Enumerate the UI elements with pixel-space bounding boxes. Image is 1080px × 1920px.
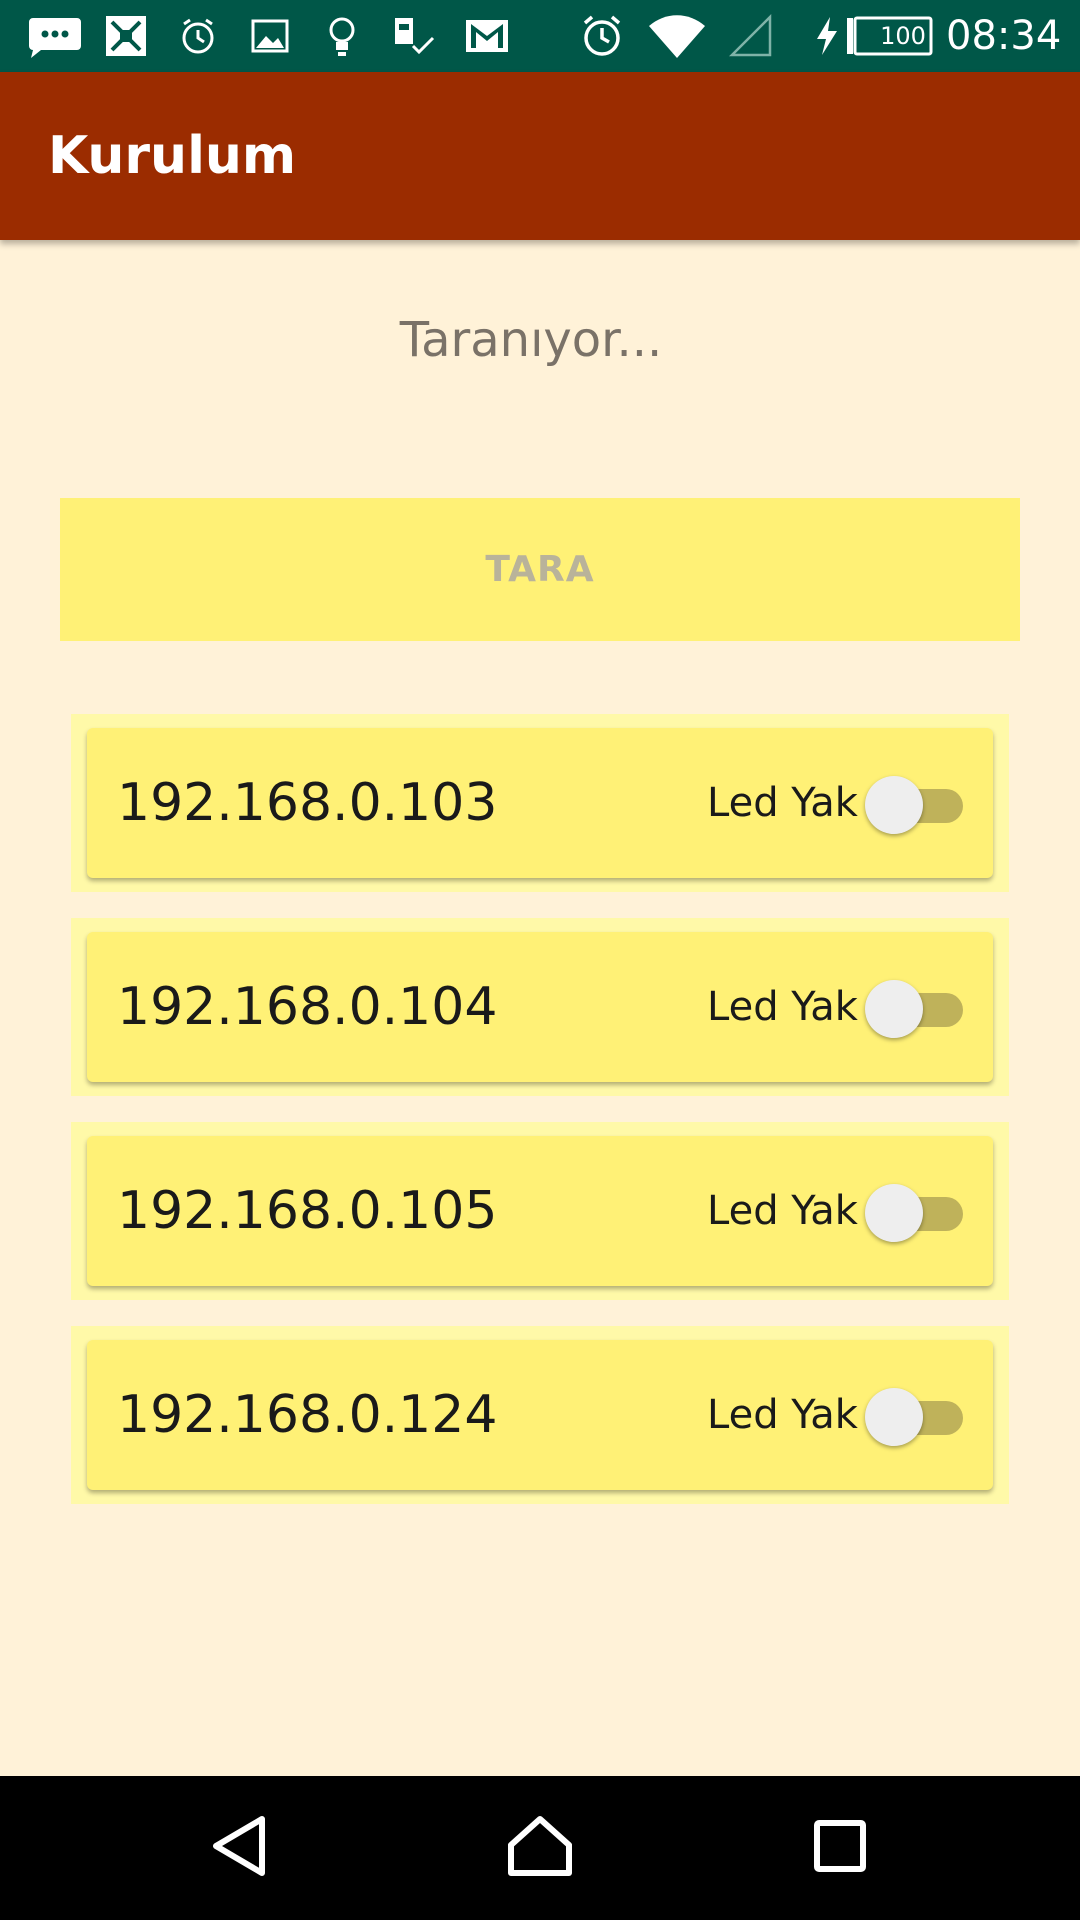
- led-switch[interactable]: [865, 1388, 969, 1446]
- led-switch[interactable]: [865, 980, 969, 1038]
- list-item: 192.168.0.105 Led Yak: [71, 1122, 1009, 1300]
- scan-button[interactable]: TARA: [60, 498, 1020, 641]
- switch-thumb: [865, 980, 923, 1038]
- back-button[interactable]: [168, 1776, 312, 1920]
- switch-thumb: [865, 1388, 923, 1446]
- list-item: 192.168.0.124 Led Yak: [71, 1326, 1009, 1504]
- navigation-bar: [0, 1776, 1080, 1920]
- recents-icon: [813, 1819, 867, 1877]
- recents-button[interactable]: [768, 1776, 912, 1920]
- device-ip: 192.168.0.124: [117, 1385, 498, 1445]
- switch-thumb: [865, 1184, 923, 1242]
- alarm-clock-icon: [578, 0, 626, 72]
- battery-level: 100: [880, 22, 926, 50]
- switch-thumb: [865, 776, 923, 834]
- app-notification-icon: [100, 0, 152, 72]
- bulb-notification-icon: [322, 0, 362, 72]
- chat-notification-icon: [26, 0, 82, 72]
- status-bar: 100 08:34: [0, 0, 1080, 72]
- alarm-notification-icon: [176, 0, 220, 72]
- device-ip: 192.168.0.103: [117, 773, 498, 833]
- device-card: 192.168.0.104 Led Yak: [87, 932, 993, 1082]
- scan-status-text: Taranıyor...: [399, 312, 663, 368]
- page-title: Kurulum: [48, 126, 297, 186]
- led-switch-label: Led Yak: [707, 1392, 858, 1438]
- home-icon: [507, 1815, 573, 1881]
- battery-charging-icon: [812, 0, 842, 72]
- device-ip: 192.168.0.105: [117, 1181, 498, 1241]
- led-switch-label: Led Yak: [707, 984, 858, 1030]
- back-icon: [210, 1815, 270, 1881]
- led-switch-label: Led Yak: [707, 1188, 858, 1234]
- device-card: 192.168.0.103 Led Yak: [87, 728, 993, 878]
- app-bar: Kurulum: [0, 72, 1080, 240]
- home-button[interactable]: [468, 1776, 612, 1920]
- sim-check-notification-icon: [390, 0, 438, 72]
- led-switch[interactable]: [865, 776, 969, 834]
- device-card: 192.168.0.124 Led Yak: [87, 1340, 993, 1490]
- image-notification-icon: [248, 0, 292, 72]
- list-item: 192.168.0.104 Led Yak: [71, 918, 1009, 1096]
- led-switch-label: Led Yak: [707, 780, 858, 826]
- device-ip: 192.168.0.104: [117, 977, 498, 1037]
- led-switch[interactable]: [865, 1184, 969, 1242]
- cellular-signal-icon: [726, 0, 776, 72]
- status-clock: 08:34: [946, 13, 1062, 59]
- list-item: 192.168.0.103 Led Yak: [71, 714, 1009, 892]
- device-card: 192.168.0.105 Led Yak: [87, 1136, 993, 1286]
- wifi-icon: [646, 0, 708, 72]
- device-list: 192.168.0.103 Led Yak 192.168.0.104 Led …: [71, 714, 1009, 1530]
- gmail-icon: [462, 0, 512, 72]
